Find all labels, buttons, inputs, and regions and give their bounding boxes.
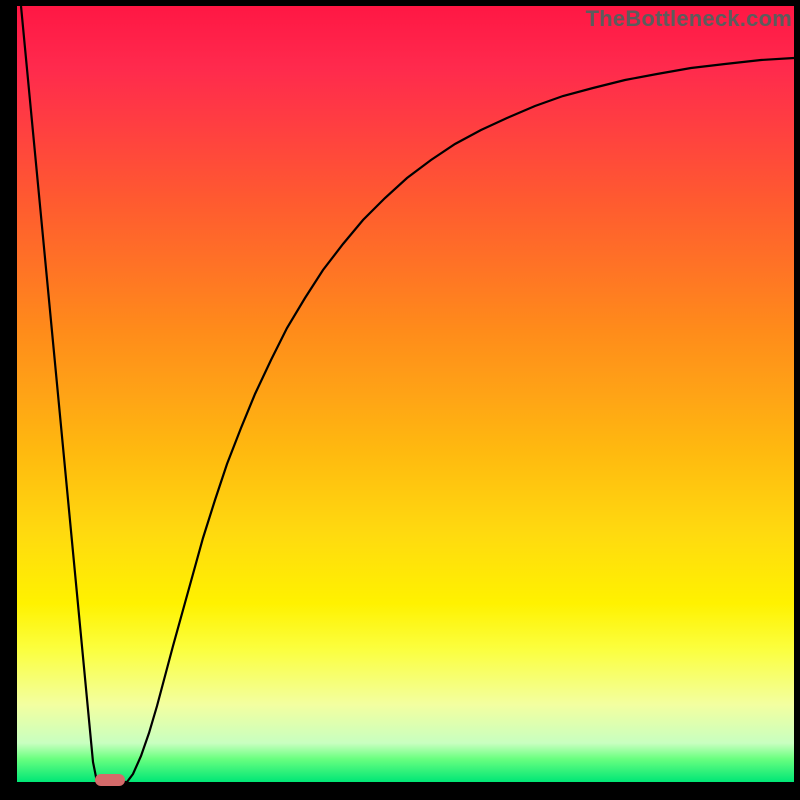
watermark-text: TheBottleneck.com: [586, 6, 792, 32]
chart-container: TheBottleneck.com: [0, 0, 800, 800]
optimum-marker: [95, 774, 125, 786]
curve-svg: [17, 6, 794, 782]
chart-plot-area: [17, 6, 794, 782]
chart-curve: [21, 6, 794, 782]
